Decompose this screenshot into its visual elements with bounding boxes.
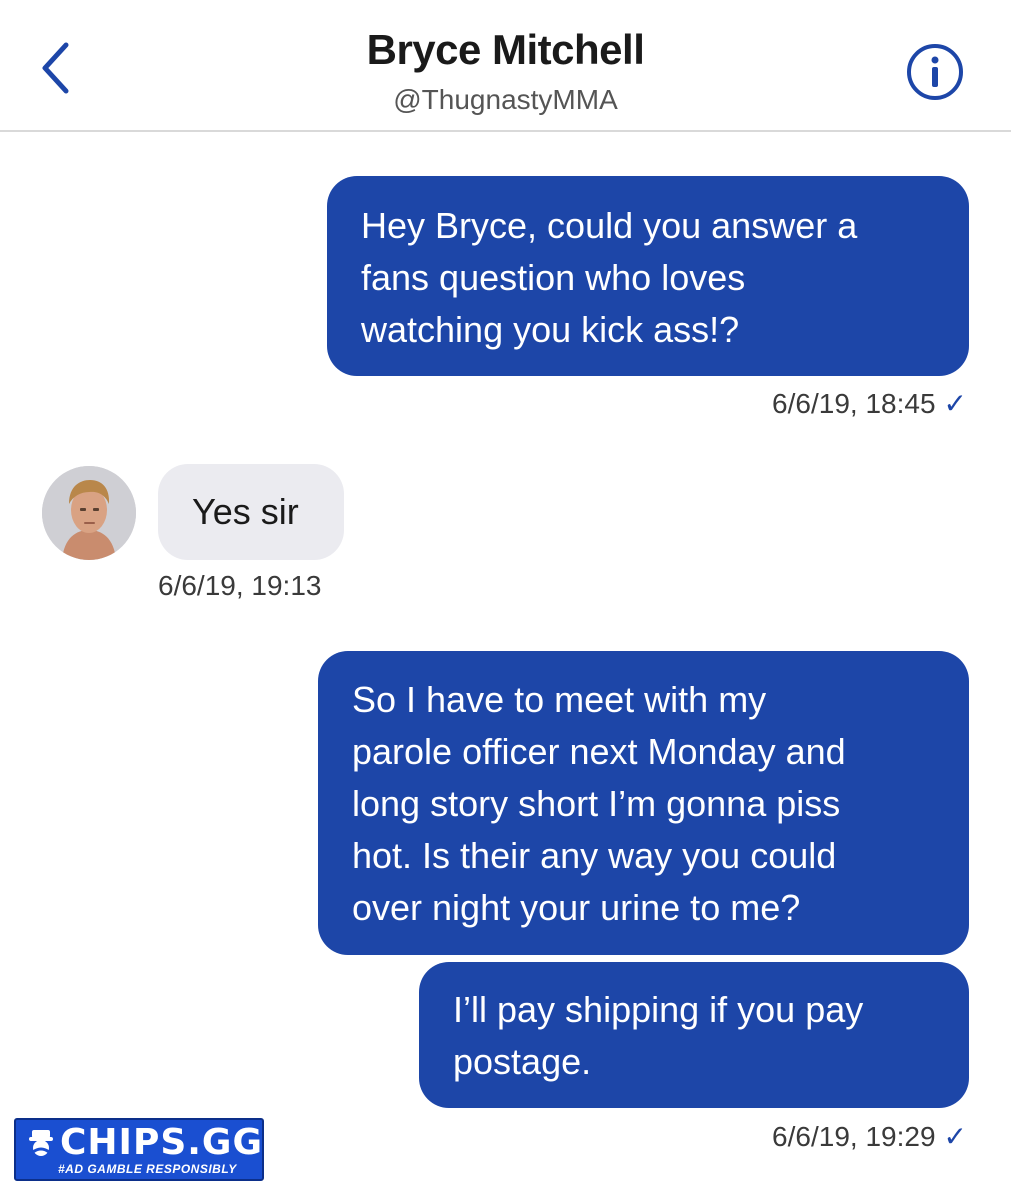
message-bubble-sent[interactable]: So I have to meet with my parole officer… [318,651,969,955]
avatar[interactable] [42,466,136,560]
message-line: Yes sir [192,491,299,532]
message-line: So I have to meet with my [352,679,767,720]
message-timestamp: 6/6/19, 19:29 ✓ [772,1120,967,1153]
mascot-icon [29,1129,53,1156]
timestamp-text: 6/6/19, 19:13 [158,570,322,601]
contact-name: Bryce Mitchell [366,26,645,73]
message-bubble-sent[interactable]: I’ll pay shipping if you pay postage. [419,962,969,1108]
message-line: fans question who loves [361,257,746,298]
info-icon [907,44,963,100]
message-line: long story short I’m gonna piss [352,783,841,824]
message-line: postage. [453,1041,592,1082]
info-button[interactable] [906,43,964,101]
message-bubble-sent[interactable]: Hey Bryce, could you answer a fans quest… [327,176,969,376]
message-line: over night your urine to me? [352,887,801,928]
message-timestamp: 6/6/19, 18:45 ✓ [772,387,967,420]
message-line: watching you kick ass!? [361,309,740,350]
contact-handle: @ThugnastyMMA [393,84,618,115]
watermark-brand: CHIPS.GG [28,1122,263,1163]
timestamp-text: 6/6/19, 19:29 [772,1121,936,1152]
message-line: Hey Bryce, could you answer a [361,205,858,246]
delivered-check-icon: ✓ [943,1121,967,1152]
conversation-header: Bryce Mitchell @ThugnastyMMA [0,0,1011,132]
message-timestamp: 6/6/19, 19:13 [158,570,321,602]
avatar-photo [42,466,136,560]
message-line: I’ll pay shipping if you pay [453,989,864,1030]
watermark-brand-text: CHIPS.GG [60,1122,264,1163]
watermark-tagline: #AD GAMBLE RESPONSIBLY [58,1162,237,1176]
message-bubble-received[interactable]: Yes sir [158,464,344,560]
chips-gg-watermark: CHIPS.GG #AD GAMBLE RESPONSIBLY [14,1118,264,1181]
timestamp-text: 6/6/19, 18:45 [772,388,936,419]
message-line: hot. Is their any way you could [352,835,837,876]
message-line: parole officer next Monday and [352,731,846,772]
delivered-check-icon: ✓ [943,388,967,419]
